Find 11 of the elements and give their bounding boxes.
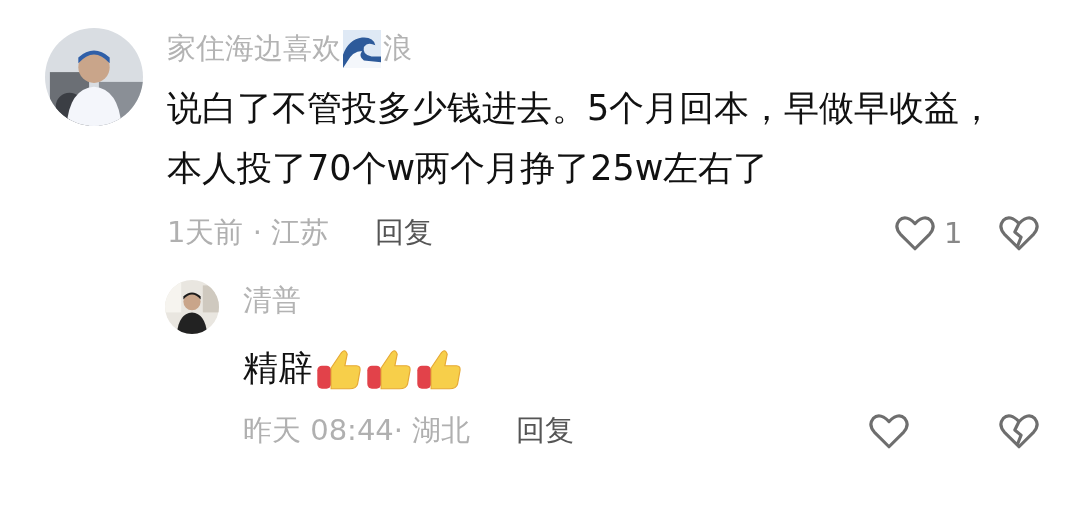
- reply-link[interactable]: 回复: [516, 411, 575, 451]
- user-name: 浪: [383, 30, 412, 67]
- reply-link[interactable]: 回复: [375, 213, 434, 253]
- comment-time: 昨天 08:44· 湖北: [243, 412, 471, 449]
- wave-icon: [343, 30, 381, 68]
- user-name: 家住海边喜欢: [167, 30, 341, 67]
- comment-time: 1天前 · 江苏: [167, 214, 330, 251]
- comment-text: 精辟: [243, 347, 313, 390]
- comment-text: 说白了不管投多少钱进去。5个月回本，早做早收益，本人投了70个w两个月挣了25w左右了: [167, 87, 996, 190]
- like-count: 1: [944, 216, 963, 250]
- user-name: 清普: [243, 282, 301, 319]
